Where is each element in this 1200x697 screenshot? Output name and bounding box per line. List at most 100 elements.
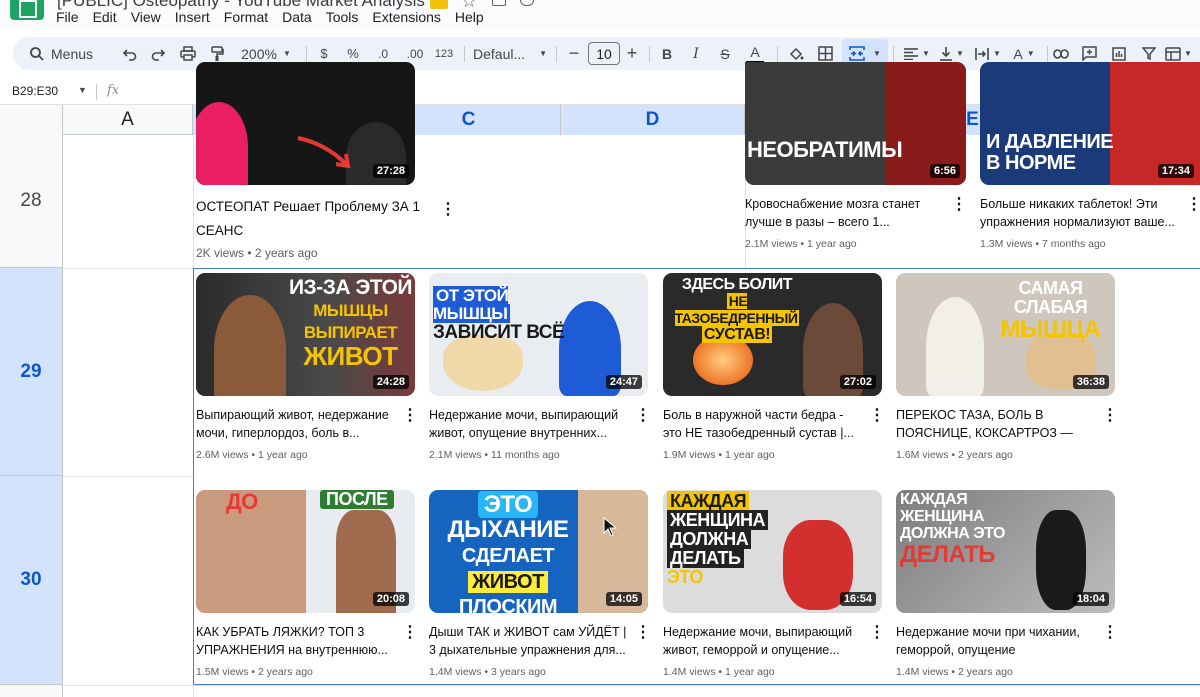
pelvis-illustration [443,335,523,391]
chevron-down-icon[interactable]: ▼ [78,85,87,95]
row-header-31[interactable] [0,685,63,697]
more-vert-icon[interactable]: ⋮ [440,202,456,218]
video-thumbnail[interactable]: ЭТО ДЫХАНИЕ СДЕЛАЕТ ЖИВОТ ПЛОСКИМ 14:05 [429,490,648,613]
video-title[interactable]: Недержание мочи, выпирающий живот, гемор… [663,623,861,659]
chevron-down-icon: ▼ [539,49,548,58]
menu-data[interactable]: Data [282,9,318,27]
toolbar-divider [464,46,465,62]
video-thumbnail[interactable]: КАЖДАЯ ЖЕНЩИНА ДОЛЖНА ЭТО ДЕЛАТЬ 18:04 [896,490,1115,613]
paint-format-icon [211,45,224,61]
font-size-input[interactable]: 10 [588,42,620,65]
align-left-icon [904,47,919,60]
video-card[interactable]: САМАЯ СЛАБАЯ МЫШЦА 36:38 ПЕРЕКОС ТАЗА, БО… [896,273,1118,461]
video-title[interactable]: Выпирающий живот, недержание мочи, гипер… [196,406,394,442]
align-bottom-icon [940,46,953,61]
video-title[interactable]: ПЕРЕКОС ТАЗА, БОЛЬ В ПОЯСНИЦЕ, КОКСАРТРО… [896,406,1094,442]
more-vert-icon[interactable]: ⋮ [869,408,885,424]
video-title[interactable]: Боль в наружной части бедра - это НЕ таз… [663,406,861,442]
more-vert-icon[interactable]: ⋮ [402,625,418,641]
video-card[interactable]: КАЖДАЯ ЖЕНЩИНА ДОЛЖНА ДЕЛАТЬ ЭТО 16:54 Неде… [663,490,885,678]
video-thumbnail[interactable]: ИЗ-ЗА ЭТОЙ МЫШЦЫ ВЫПИРАЕТ ЖИВОТ 24:28 [196,273,415,396]
select-all-corner[interactable] [0,105,63,135]
bold-button[interactable]: B [657,37,677,70]
more-vert-icon[interactable]: ⋮ [635,408,651,424]
video-card[interactable]: ОТ ЭТОЙ МЫШЦЫ ЗАВИСИТ ВСЁ 24:47 Недержани… [429,273,651,461]
more-vert-icon[interactable]: ⋮ [1186,197,1200,213]
chevron-down-icon: ▼ [922,49,930,58]
column-header-d[interactable]: D [561,105,745,135]
more-vert-icon[interactable]: ⋮ [635,625,651,641]
merge-cells-icon [849,46,865,61]
column-header-a[interactable]: A [63,105,193,135]
more-formats-button[interactable]: 123 [431,37,457,70]
video-title[interactable]: Дыши ТАК и ЖИВОТ сам УЙДЁТ | 3 дыхательн… [429,623,627,659]
text-color-icon: A [750,44,760,60]
video-duration: 20:08 [372,592,409,606]
video-meta: 2K views • 2 years ago [196,246,318,260]
shared-badge-icon[interactable] [430,0,448,9]
move-icon[interactable] [492,0,506,6]
row-header-30[interactable]: 30 [0,476,63,685]
menu-format[interactable]: Format [224,9,274,27]
menu-edit[interactable]: Edit [93,9,123,27]
cloud-status-icon[interactable] [520,0,534,6]
increase-font-size-button[interactable]: + [623,37,641,70]
chart-icon [1112,46,1126,61]
video-card[interactable]: ЗДЕСЬ БОЛИТ НЕ ТАЗОБЕДРЕННЫЙ СУСТАВ! 27:02… [663,273,885,461]
video-thumbnail[interactable]: САМАЯ СЛАБАЯ МЫШЦА 36:38 [896,273,1115,396]
video-title[interactable]: КАК УБРАТЬ ЛЯЖКИ? ТОП 3 УПРАЖНЕНИЯ на вн… [196,623,394,659]
row-header-29[interactable]: 29 [0,268,63,476]
more-vert-icon[interactable]: ⋮ [951,197,967,213]
search-menus-button[interactable]: Menus [29,37,115,70]
menu-help[interactable]: Help [455,9,490,27]
video-duration: 27:28 [372,164,409,178]
video-thumbnail[interactable]: ЗДЕСЬ БОЛИТ НЕ ТАЗОБЕДРЕННЫЙ СУСТАВ! 27:02 [663,273,882,396]
thumbnail-text: КАЖДАЯ ЖЕНЩИНА ДОЛЖНА ЭТО ДЕЛАТЬ [900,491,1005,569]
video-duration: 16:54 [839,592,876,606]
undo-button[interactable] [119,37,141,70]
video-thumbnail[interactable]: 27:28 [196,62,415,185]
video-thumbnail[interactable]: КАЖДАЯ ЖЕНЩИНА ДОЛЖНА ДЕЛАТЬ ЭТО 16:54 [663,490,882,613]
name-box[interactable]: B29:E30 [12,84,58,98]
video-card[interactable]: 27:28 ОСТЕОПАТ Решает Проблему ЗА 1 СЕАН… [196,62,456,260]
menu-extensions[interactable]: Extensions [372,9,446,27]
video-duration: 24:47 [605,375,642,389]
italic-button[interactable]: I [686,37,706,70]
toolbar-divider [306,46,307,62]
redo-button[interactable] [147,37,169,70]
video-card[interactable]: НЕОБРАТИМЫ 6:56 Кровоснабжение мозга ста… [745,62,967,250]
menu-view[interactable]: View [131,9,167,27]
thumbnail-text: И ДАВЛЕНИЕ В НОРМЕ [986,131,1114,174]
font-family-value: Defaul... [473,45,526,62]
strikethrough-icon: S [720,45,730,62]
menu-file[interactable]: File [56,9,85,27]
more-vert-icon[interactable]: ⋮ [1102,625,1118,641]
row-header-28[interactable]: 28 [0,135,63,268]
video-title[interactable]: Недержание мочи, выпирающий живот, опуще… [429,406,627,442]
video-title[interactable]: ОСТЕОПАТ Решает Проблему ЗА 1 СЕАНС [196,195,436,243]
more-vert-icon[interactable]: ⋮ [869,625,885,641]
more-vert-icon[interactable]: ⋮ [402,408,418,424]
video-thumbnail[interactable]: ДО ПОСЛЕ 20:08 [196,490,415,613]
video-card[interactable]: ЭТО ДЫХАНИЕ СДЕЛАЕТ ЖИВОТ ПЛОСКИМ 14:05 Дыши… [429,490,651,678]
menu-insert[interactable]: Insert [175,9,216,27]
video-title[interactable]: Больше никаких таблеток! Эти упражнения … [980,195,1178,231]
decrease-font-size-button[interactable]: − [565,37,583,70]
font-family-select[interactable]: Defaul... ▼ [473,37,549,70]
menu-tools[interactable]: Tools [326,9,365,27]
video-thumbnail[interactable]: ОТ ЭТОЙ МЫШЦЫ ЗАВИСИТ ВСЁ 24:47 [429,273,648,396]
video-thumbnail[interactable]: И ДАВЛЕНИЕ В НОРМЕ 17:34 [980,62,1200,185]
video-title[interactable]: Недержание мочи при чихании, геморрой, о… [896,623,1094,659]
video-card[interactable]: ИЗ-ЗА ЭТОЙ МЫШЦЫ ВЫПИРАЕТ ЖИВОТ 24:28 Выпи… [196,273,418,461]
strikethrough-button[interactable]: S [715,37,735,70]
toolbar-divider [556,46,557,62]
video-thumbnail[interactable]: НЕОБРАТИМЫ 6:56 [745,62,966,185]
chevron-down-icon: ▼ [1026,49,1035,58]
video-card[interactable]: ДО ПОСЛЕ 20:08 КАК УБРАТЬ ЛЯЖКИ? ТОП 3 У… [196,490,418,678]
video-card[interactable]: И ДАВЛЕНИЕ В НОРМЕ 17:34 Больше никаких … [980,62,1200,250]
sheets-logo-icon[interactable] [10,0,44,20]
more-vert-icon[interactable]: ⋮ [1102,408,1118,424]
video-title[interactable]: Кровоснабжение мозга станет лучше в разы… [745,195,935,231]
video-card[interactable]: КАЖДАЯ ЖЕНЩИНА ДОЛЖНА ЭТО ДЕЛАТЬ 18:04 Нед… [896,490,1118,678]
thumbnail-text: ИЗ-ЗА ЭТОЙ МЫШЦЫ ВЫПИРАЕТ ЖИВОТ [288,276,413,372]
